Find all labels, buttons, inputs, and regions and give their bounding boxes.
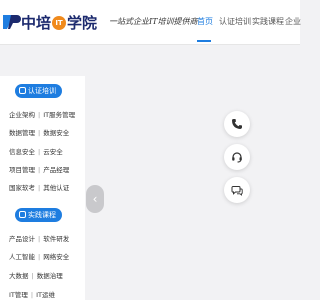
category-link[interactable]: 产品设计	[9, 235, 35, 243]
category-link[interactable]: 项目管理	[9, 166, 35, 174]
nav-practice[interactable]: 实践课程	[252, 16, 284, 28]
brand-part1: 中培	[21, 13, 52, 32]
nav-enterprise[interactable]: 企业	[285, 16, 301, 28]
category-link[interactable]: IT运维	[36, 291, 55, 299]
category-link[interactable]: 国家软考	[9, 184, 35, 192]
category-row: IT管理 | IT运维	[9, 291, 55, 299]
category-link[interactable]: 云安全	[43, 148, 63, 156]
category-link[interactable]: 大数据	[9, 272, 29, 280]
nav-active-indicator	[197, 40, 211, 42]
category-row: 数据管理 | 数据安全	[9, 129, 70, 137]
phone-button[interactable]	[224, 111, 250, 137]
chat-icon	[231, 186, 243, 196]
category-row: 企业架构 | IT服务管理	[9, 111, 76, 119]
chevron-left-icon: ‹	[92, 192, 98, 206]
category-link[interactable]: 企业架构	[9, 111, 35, 119]
category-link[interactable]: 软件研发	[43, 235, 69, 243]
category-link[interactable]: 产品经理	[43, 166, 69, 174]
brand-it-badge: IT	[52, 15, 67, 30]
customer-service-button[interactable]	[224, 144, 250, 170]
category-link[interactable]: 数据管理	[9, 129, 35, 137]
category-panel: 认证培训 企业架构 | IT服务管理 数据管理 | 数据安全 信息安全 | 云安全 项目管理…	[0, 76, 85, 300]
certification-button[interactable]: 认证培训	[15, 84, 62, 98]
practice-label: 实践课程	[28, 211, 56, 219]
practice-button[interactable]: 实践课程	[15, 208, 62, 222]
category-link[interactable]: IT管理	[9, 291, 28, 299]
headset-icon	[232, 152, 242, 163]
category-link[interactable]: 数据治理	[37, 272, 63, 280]
category-row: 产品设计 | 软件研发	[9, 235, 70, 243]
certification-label: 认证培训	[28, 87, 56, 95]
category-row: 人工智能 | 网络安全	[9, 253, 70, 261]
category-link[interactable]: 其他认证	[43, 184, 69, 192]
carousel-prev-button[interactable]: ‹	[86, 185, 104, 213]
category-link[interactable]: 信息安全	[9, 148, 35, 156]
brand-name[interactable]: 中培 IT 学院	[21, 11, 97, 33]
category-link[interactable]: 网络安全	[43, 253, 69, 261]
brand-part2: 学院	[67, 13, 98, 32]
course-icon	[19, 211, 26, 218]
chat-button[interactable]	[224, 177, 250, 203]
category-row: 国家软考 | 其他认证	[9, 184, 70, 192]
category-row: 信息安全 | 云安全	[9, 148, 63, 156]
category-row: 大数据 | 数据治理	[9, 272, 63, 280]
nav-certification[interactable]: 认证培训	[219, 16, 251, 28]
category-link[interactable]: IT服务管理	[43, 111, 75, 119]
logo-icon[interactable]	[2, 12, 22, 32]
category-row: 项目管理 | 产品经理	[9, 166, 70, 174]
phone-icon	[232, 119, 242, 129]
nav-home[interactable]: 首页	[197, 16, 213, 28]
certificate-icon	[19, 87, 26, 94]
category-link[interactable]: 人工智能	[9, 253, 35, 261]
site-header: 中培 IT 学院 一站式企业IT培训提供商 首页 认证培训 实践课程 企业	[0, 0, 301, 45]
category-link[interactable]: 数据安全	[43, 129, 69, 137]
slogan: 一站式企业IT培训提供商	[109, 17, 198, 26]
